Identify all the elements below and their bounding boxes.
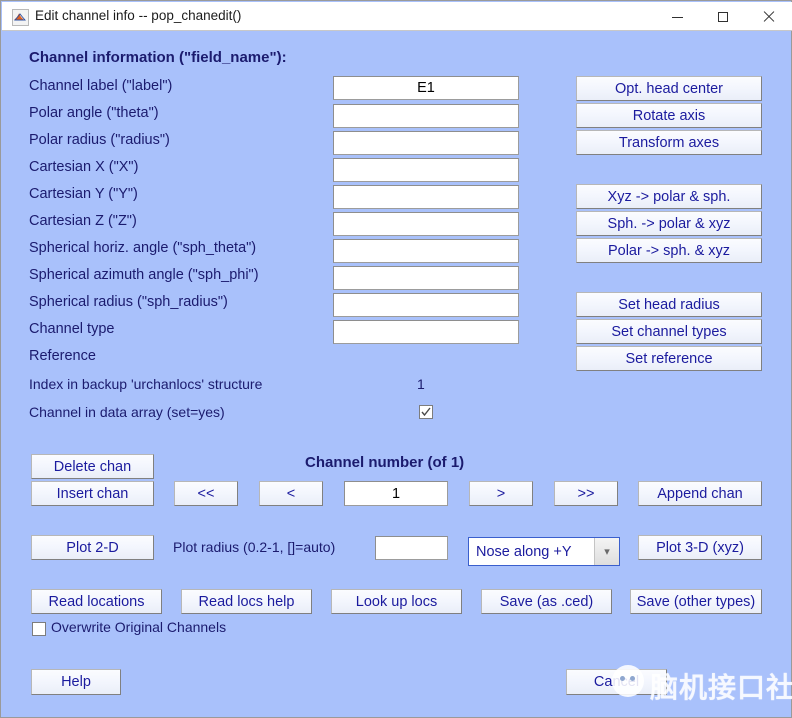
channel-label-input[interactable]: E1	[333, 76, 519, 100]
check-icon	[421, 407, 431, 417]
field-label-channel-label: Channel label ("label")	[29, 78, 173, 94]
in-data-array-checkbox[interactable]	[419, 405, 433, 419]
matlab-wave-glyph	[14, 13, 26, 21]
set-reference-button[interactable]: Set reference	[576, 346, 762, 371]
cartesian-y-input[interactable]	[333, 185, 519, 209]
watermark-text: 脑机接口社区	[650, 672, 792, 703]
xyz-to-polar-sph-button[interactable]: Xyz -> polar & sph.	[576, 184, 762, 209]
help-button[interactable]: Help	[31, 669, 121, 695]
nose-direction-dropdown[interactable]: Nose along +Y ▾	[468, 537, 620, 566]
rotate-axis-button[interactable]: Rotate axis	[576, 103, 762, 128]
sph-radius-input[interactable]	[333, 293, 519, 317]
matlab-icon	[12, 9, 29, 26]
channel-number-input[interactable]: 1	[344, 481, 448, 506]
sph-phi-input[interactable]	[333, 266, 519, 290]
sph-to-polar-xyz-button[interactable]: Sph. -> polar & xyz	[576, 211, 762, 236]
title-bar: Edit channel info -- pop_chanedit()	[2, 2, 792, 31]
append-chan-button[interactable]: Append chan	[638, 481, 762, 506]
polar-radius-input[interactable]	[333, 131, 519, 155]
read-locations-button[interactable]: Read locations	[31, 589, 162, 614]
chevron-down-icon[interactable]: ▾	[594, 538, 619, 565]
overwrite-original-checkbox[interactable]	[32, 622, 46, 636]
window-title: Edit channel info -- pop_chanedit()	[35, 8, 242, 23]
field-label-backup-index: Index in backup 'urchanlocs' structure	[29, 376, 263, 392]
insert-chan-button[interactable]: Insert chan	[31, 481, 154, 506]
field-label-sph-phi: Spherical azimuth angle ("sph_phi")	[29, 267, 259, 283]
prev-chan-button[interactable]: <	[259, 481, 323, 506]
dialog-window: Edit channel info -- pop_chanedit() Chan…	[0, 0, 792, 718]
set-channel-types-button[interactable]: Set channel types	[576, 319, 762, 344]
channel-number-title: Channel number (of 1)	[305, 454, 465, 471]
overwrite-original-label: Overwrite Original Channels	[51, 619, 227, 635]
channel-type-input[interactable]	[333, 320, 519, 344]
polar-angle-input[interactable]	[333, 104, 519, 128]
field-label-reference: Reference	[29, 348, 96, 364]
field-label-cartesian-z: Cartesian Z ("Z")	[29, 213, 137, 229]
plot-radius-input[interactable]	[375, 536, 448, 560]
last-chan-button[interactable]: >>	[554, 481, 618, 506]
field-label-in-data-array: Channel in data array (set=yes)	[29, 404, 225, 420]
sph-theta-input[interactable]	[333, 239, 519, 263]
next-chan-button[interactable]: >	[469, 481, 533, 506]
maximize-icon[interactable]	[700, 3, 746, 31]
field-label-channel-type: Channel type	[29, 321, 115, 337]
cartesian-z-input[interactable]	[333, 212, 519, 236]
save-other-types-button[interactable]: Save (other types)	[630, 589, 762, 614]
close-icon[interactable]	[746, 3, 792, 31]
transform-axes-button[interactable]: Transform axes	[576, 130, 762, 155]
polar-to-sph-xyz-button[interactable]: Polar -> sph. & xyz	[576, 238, 762, 263]
plot-radius-label: Plot radius (0.2-1, []=auto)	[173, 539, 336, 555]
plot-3d-button[interactable]: Plot 3-D (xyz)	[638, 535, 762, 560]
minimize-icon[interactable]	[654, 3, 700, 31]
set-head-radius-button[interactable]: Set head radius	[576, 292, 762, 317]
section-heading: Channel information ("field_name"):	[29, 49, 287, 66]
cancel-button[interactable]: Cancel	[566, 669, 667, 695]
plot-2d-button[interactable]: Plot 2-D	[31, 535, 154, 560]
nose-direction-value: Nose along +Y	[476, 543, 572, 560]
save-as-ced-button[interactable]: Save (as .ced)	[481, 589, 612, 614]
field-label-cartesian-y: Cartesian Y ("Y")	[29, 186, 138, 202]
first-chan-button[interactable]: <<	[174, 481, 238, 506]
field-label-polar-angle: Polar angle ("theta")	[29, 105, 159, 121]
delete-chan-button[interactable]: Delete chan	[31, 454, 154, 479]
field-label-cartesian-x: Cartesian X ("X")	[29, 159, 139, 175]
field-label-polar-radius: Polar radius ("radius")	[29, 132, 170, 148]
opt-head-center-button[interactable]: Opt. head center	[576, 76, 762, 101]
look-up-locs-button[interactable]: Look up locs	[331, 589, 462, 614]
read-locs-help-button[interactable]: Read locs help	[181, 589, 312, 614]
field-label-sph-theta: Spherical horiz. angle ("sph_theta")	[29, 240, 257, 256]
cartesian-x-input[interactable]	[333, 158, 519, 182]
field-label-sph-radius: Spherical radius ("sph_radius")	[29, 294, 228, 310]
backup-index-value: 1	[417, 376, 425, 392]
